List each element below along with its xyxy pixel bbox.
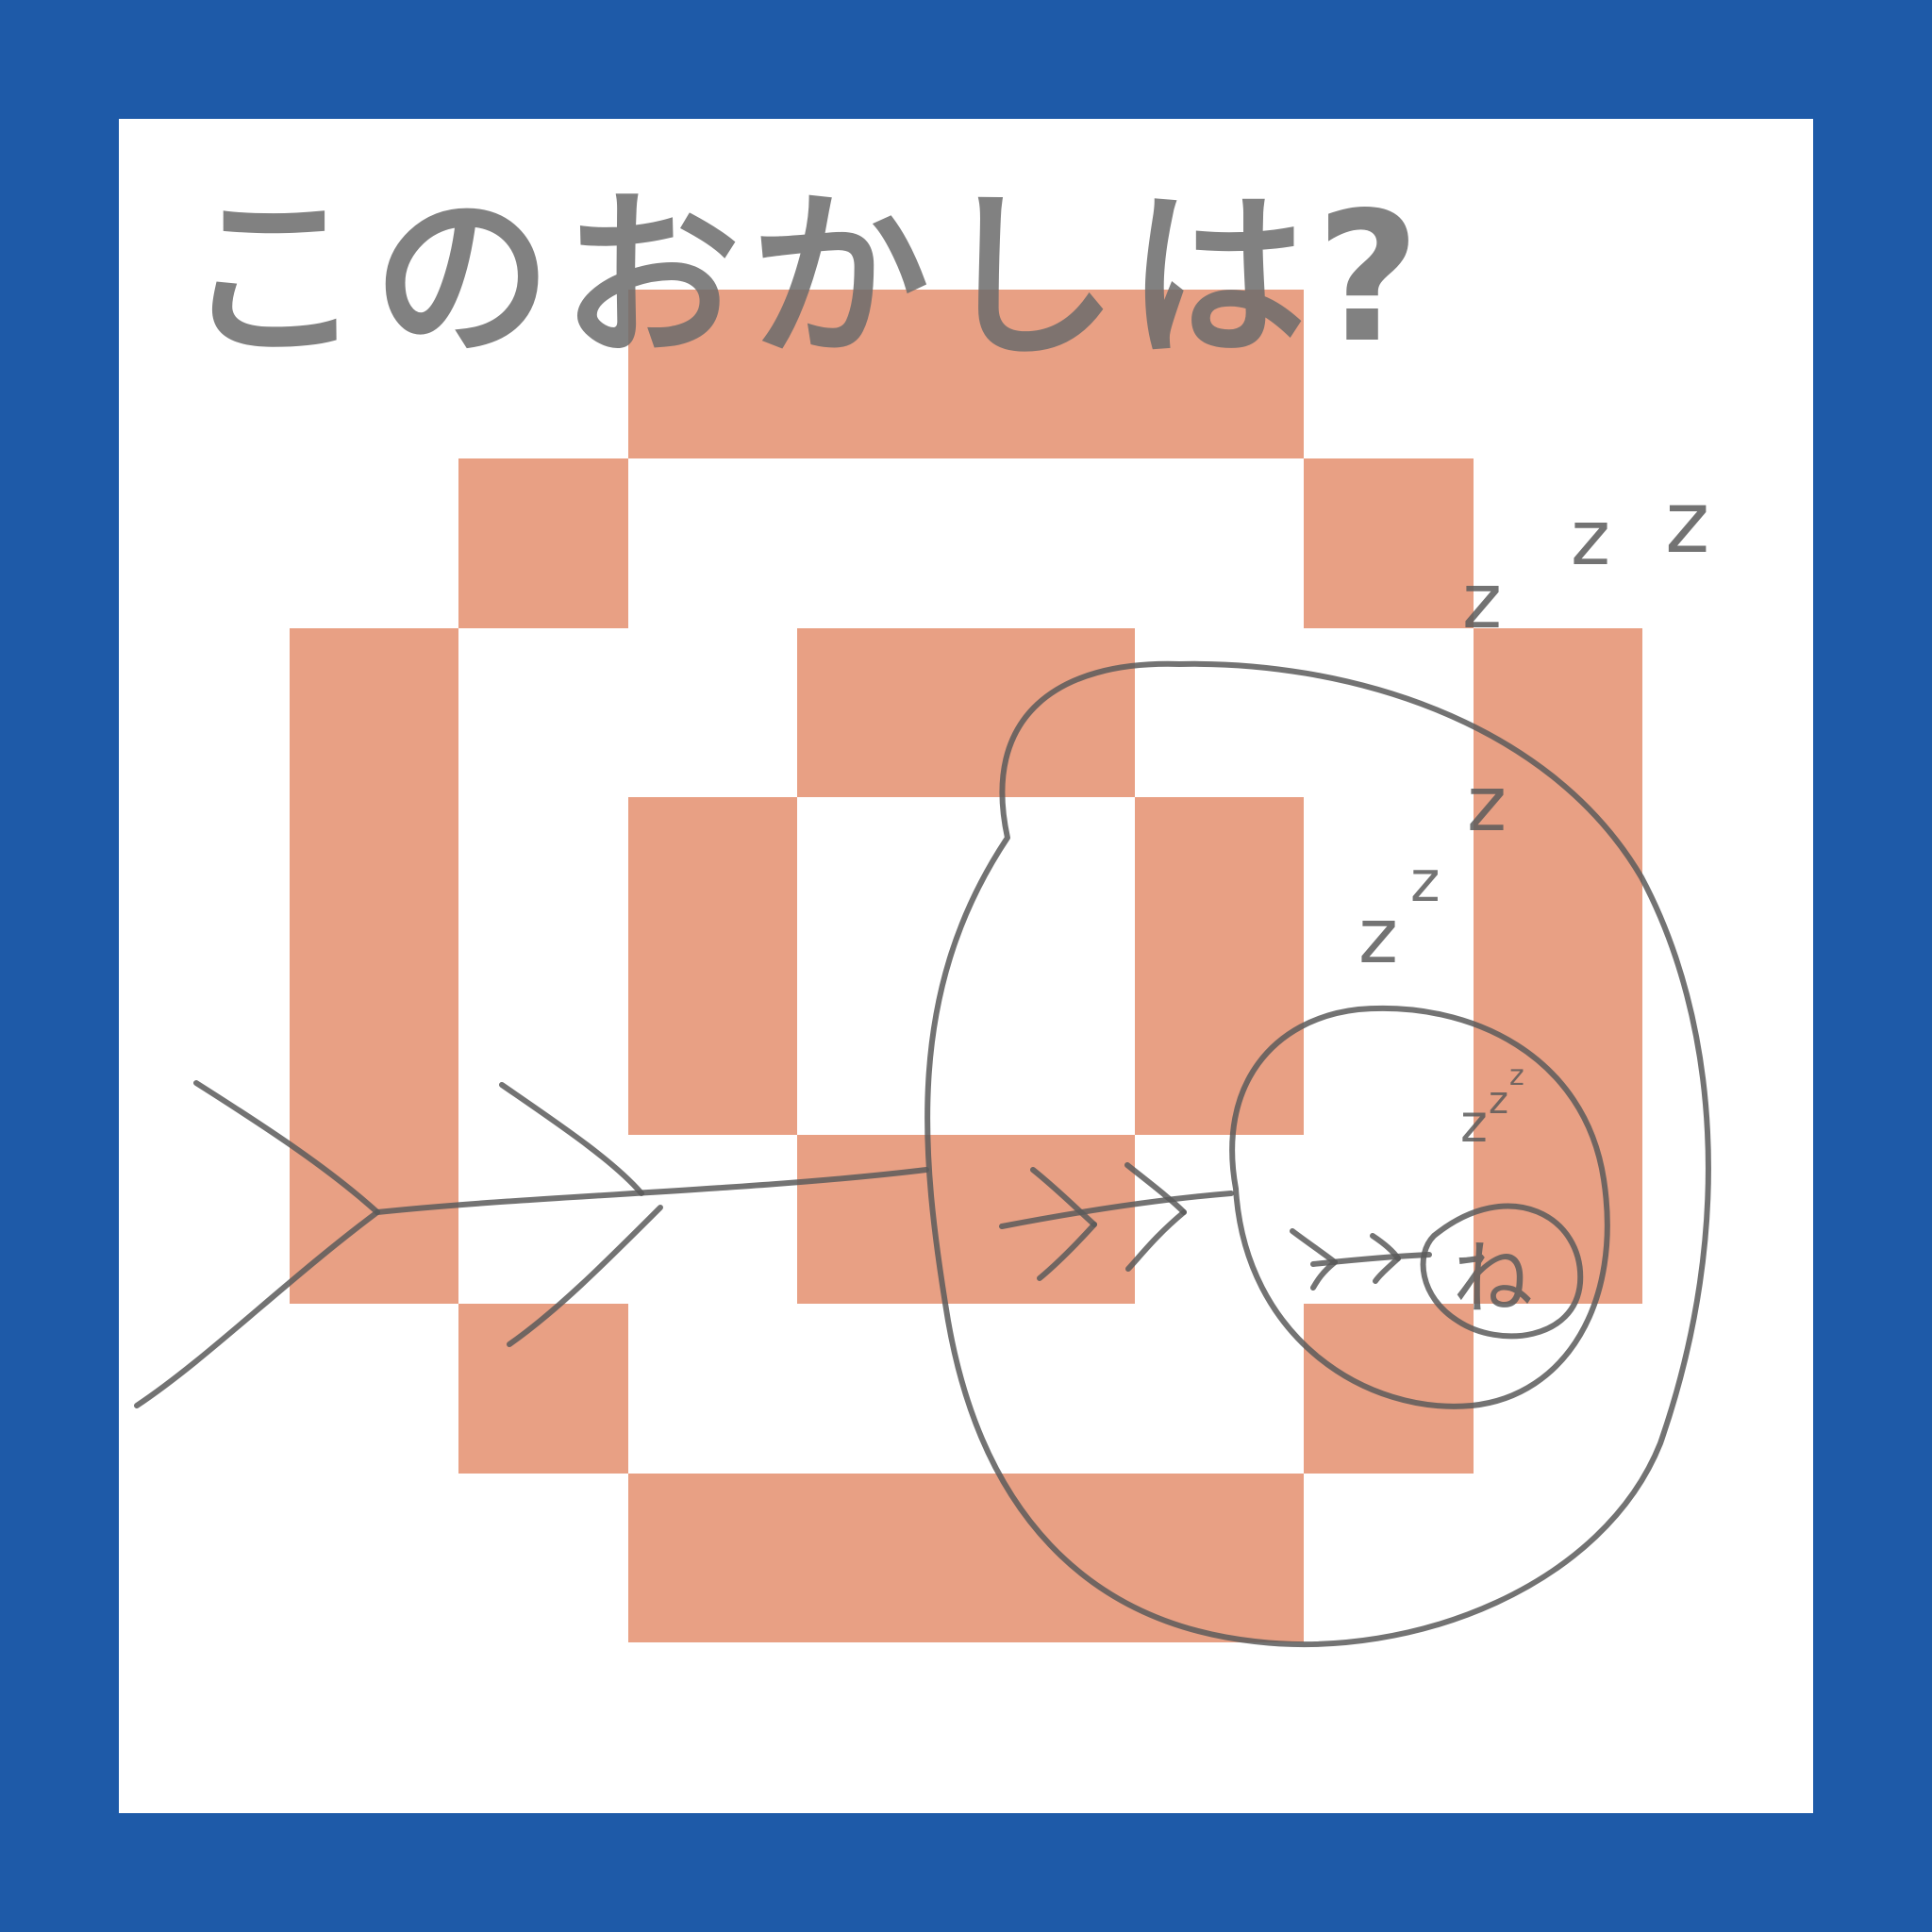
sleep-z: z [1489, 1079, 1508, 1123]
pixel-block [628, 797, 797, 1135]
small-tail [1290, 1228, 1338, 1265]
sleep-z: z [1410, 849, 1441, 915]
pixel-block [1304, 458, 1474, 628]
pixel-block [458, 458, 628, 628]
large-tail [499, 1082, 644, 1196]
sleep-z: z [1358, 892, 1398, 980]
pixel-block [797, 628, 1135, 797]
pixel-art-swirl [290, 290, 1642, 1642]
middle-tail [1125, 1209, 1187, 1272]
pixel-block [458, 1304, 628, 1474]
pixel-block [290, 628, 458, 1304]
sleep-z: z [1460, 1093, 1488, 1154]
sleep-z: z [1467, 760, 1507, 848]
pixel-block [1135, 797, 1304, 1135]
pixel-block [628, 1474, 1304, 1642]
center-glyph: ね [1453, 1233, 1533, 1326]
sleep-z: z [1665, 474, 1709, 573]
pixel-block [797, 1135, 1135, 1304]
page-title: このおかしは? [184, 174, 1429, 382]
sleep-z: z [1462, 558, 1502, 645]
sleep-z: z [1509, 1059, 1524, 1092]
sleep-z: z [1571, 494, 1610, 582]
pixel-block [1474, 628, 1642, 1304]
quiz-illustration: このおかしは? z z z z z z z z z ね [134, 174, 1711, 1647]
large-tail [134, 1209, 380, 1408]
pixel-block [1304, 1304, 1474, 1474]
small-tail [1373, 1256, 1401, 1284]
